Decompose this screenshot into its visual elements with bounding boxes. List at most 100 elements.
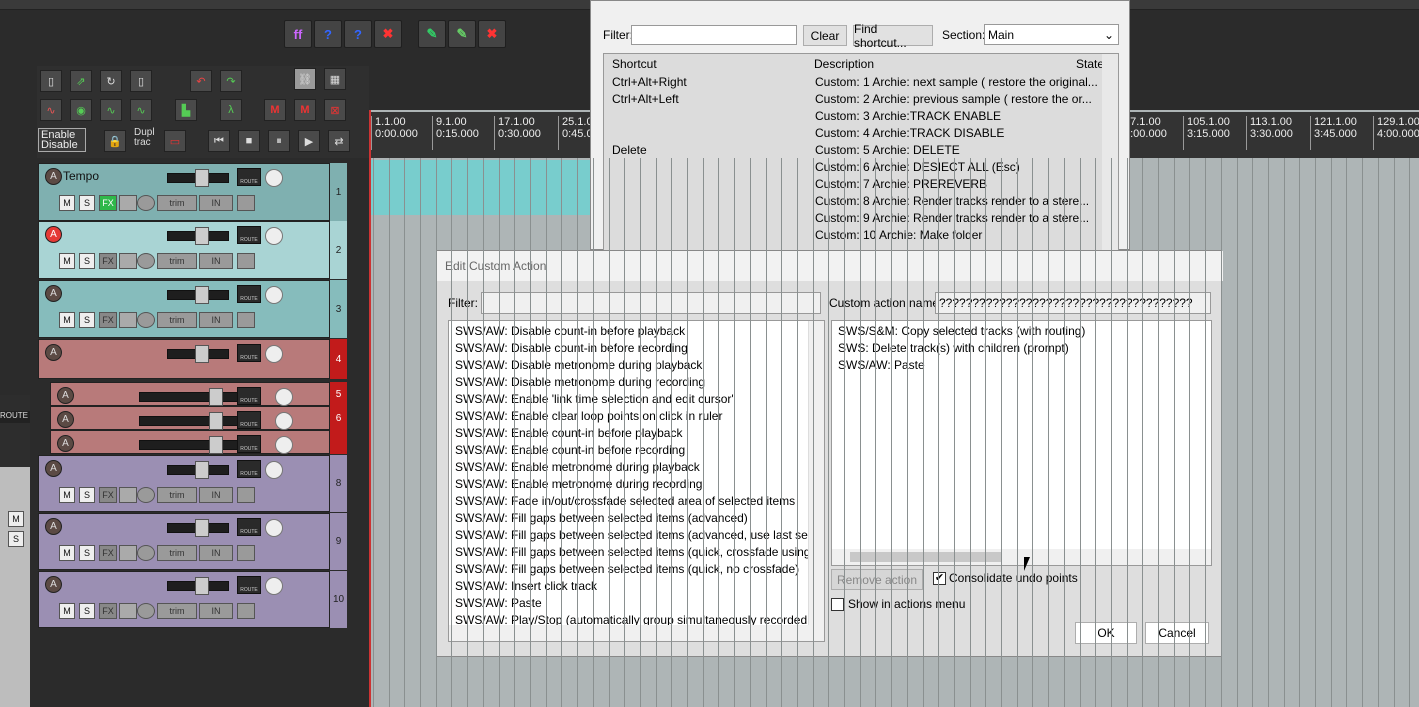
fx-bypass-icon[interactable] [119, 312, 137, 328]
record-arm-button[interactable]: A [45, 285, 62, 302]
track-panel[interactable]: A ROUTE [50, 406, 330, 430]
route-button[interactable]: ROUTE [237, 576, 261, 594]
solo-button[interactable]: S [79, 603, 95, 619]
action-description[interactable]: Custom: 9 Archie: Render tracks render t… [815, 210, 1089, 227]
record-arm-button[interactable]: A [45, 168, 62, 185]
col-description[interactable]: Description [814, 56, 1118, 73]
pan-knob[interactable] [265, 461, 283, 479]
help-icon[interactable]: ? [314, 20, 342, 48]
env-icon-4[interactable]: ∿ [130, 99, 152, 121]
available-actions-list[interactable]: SWS/AW: Disable count-in before playback… [448, 320, 825, 642]
env-icon[interactable] [137, 253, 155, 269]
trim-button[interactable]: trim [157, 312, 197, 328]
available-action-item[interactable]: SWS/AW: Disable count-in before playback [449, 323, 807, 340]
action-shortcut[interactable] [612, 125, 802, 142]
gradient-x-icon[interactable]: ✖ [478, 20, 506, 48]
fx-button[interactable]: FX [99, 195, 117, 211]
io-icon[interactable] [237, 487, 255, 503]
fx-bypass-icon[interactable] [119, 603, 137, 619]
action-description[interactable]: Custom: 6 Archie: DESIECT ALL (Esc) [815, 159, 1085, 176]
move-track-icon[interactable]: ⇗ [70, 70, 92, 92]
refresh-icon[interactable]: ↻ [100, 70, 122, 92]
pan-knob[interactable] [265, 227, 283, 245]
trim-button[interactable]: trim [157, 253, 197, 269]
track-panel[interactable]: A ROUTE [50, 382, 330, 406]
actions-scrollbar[interactable] [1102, 54, 1118, 250]
volume-fader-knob[interactable] [195, 169, 209, 187]
duplicate-icon[interactable]: ▯ [130, 70, 152, 92]
play-icon[interactable]: ▶ [298, 130, 320, 152]
action-description[interactable]: Custom: 1 Archie: next sample ( restore … [815, 74, 1098, 91]
action-shortcut[interactable]: Ctrl+Alt+Left [612, 91, 802, 108]
record-arm-button[interactable]: A [45, 460, 62, 477]
available-action-item[interactable]: SWS/AW: Enable metronome during recordin… [449, 476, 807, 493]
volume-fader-knob[interactable] [195, 286, 209, 304]
cancel-button[interactable]: Cancel [1145, 622, 1209, 644]
pan-knob[interactable] [265, 169, 283, 187]
env-icon-3[interactable]: ∿ [100, 99, 122, 121]
input-button[interactable]: IN [199, 487, 233, 503]
env-icon-1[interactable]: ∿ [40, 99, 62, 121]
volume-fader-knob[interactable] [195, 519, 209, 537]
available-action-item[interactable]: SWS/AW: Enable metronome during playback [449, 459, 807, 476]
track-panel[interactable]: A ROUTE M S FX trim IN [38, 571, 330, 628]
track-panel[interactable]: A ROUTE M S FX trim IN [38, 221, 330, 279]
gradient-icon[interactable]: ✎ [448, 20, 476, 48]
custom-action-step[interactable]: SWS/AW: Paste [832, 357, 1211, 374]
marker-icon[interactable]: λ [220, 99, 242, 121]
input-button[interactable]: IN [199, 195, 233, 211]
track-panel[interactable]: A ROUTE M S FX trim IN [38, 455, 330, 512]
volume-fader-knob[interactable] [195, 227, 209, 245]
available-action-item[interactable]: SWS/AW: Fade in/out/crossfade selected a… [449, 493, 807, 510]
route-button[interactable]: ROUTE [237, 168, 261, 186]
consolidate-checkbox[interactable]: ✔ [933, 572, 946, 585]
env-icon[interactable] [137, 195, 155, 211]
pan-knob[interactable] [275, 436, 293, 454]
action-description[interactable]: Custom: 3 Archie:TRACK ENABLE [815, 108, 1085, 125]
hscroll-thumb[interactable] [850, 552, 1002, 562]
available-action-item[interactable]: SWS/AW: Paste [449, 595, 807, 612]
items-icon[interactable]: ▙ [175, 99, 197, 121]
fx-bypass-icon[interactable] [119, 487, 137, 503]
trim-button[interactable]: trim [157, 487, 197, 503]
color-x-icon[interactable]: ✖ [374, 20, 402, 48]
action-shortcut[interactable]: Ctrl+Alt+Right [612, 74, 802, 91]
route-button[interactable]: ROUTE [237, 411, 261, 429]
mute-all-icon[interactable]: ⊠ [324, 99, 346, 121]
io-icon[interactable] [237, 195, 255, 211]
route-button[interactable]: ROUTE [237, 435, 261, 453]
enable-disable-button[interactable]: Enable Disable [38, 128, 86, 152]
trim-button[interactable]: trim [157, 603, 197, 619]
action-description[interactable]: Custom: 8 Archie: Render tracks render t… [815, 193, 1089, 210]
input-button[interactable]: IN [199, 545, 233, 561]
trim-button[interactable]: trim [157, 545, 197, 561]
track-panel[interactable]: A ROUTE M S FX trim IN [38, 513, 330, 570]
edit-filter-input[interactable] [481, 292, 821, 314]
input-button[interactable]: IN [199, 603, 233, 619]
mixer-mute-button[interactable]: M [8, 511, 24, 527]
fx-bypass-icon[interactable] [119, 253, 137, 269]
available-action-item[interactable]: SWS/AW: Disable count-in before recordin… [449, 340, 807, 357]
fx-button[interactable]: FX [99, 603, 117, 619]
env-icon[interactable] [137, 603, 155, 619]
pan-knob[interactable] [265, 345, 283, 363]
fx-button[interactable]: FX [99, 487, 117, 503]
mute-button[interactable]: M [59, 487, 75, 503]
fx-bypass-icon[interactable] [119, 195, 137, 211]
pan-knob[interactable] [275, 388, 293, 406]
io-icon[interactable] [237, 545, 255, 561]
trim-button[interactable]: trim [157, 195, 197, 211]
solo-button[interactable]: S [79, 545, 95, 561]
mute-button[interactable]: M [59, 312, 75, 328]
solo-button[interactable]: S [79, 253, 95, 269]
volume-fader[interactable] [139, 416, 241, 426]
action-description[interactable]: Custom: 4 Archie:TRACK DISABLE [815, 125, 1085, 142]
available-action-item[interactable]: SWS/AW: Enable count-in before playback [449, 425, 807, 442]
record-arm-icon[interactable]: ▭ [164, 130, 186, 152]
mute-button[interactable]: M [59, 253, 75, 269]
available-action-item[interactable]: SWS/AW: Fill gaps between selected items… [449, 561, 807, 578]
mute-icon[interactable]: M [264, 99, 286, 121]
section-select[interactable]: Main ⌄ [984, 24, 1119, 45]
volume-fader-knob[interactable] [195, 345, 209, 363]
route-button[interactable]: ROUTE [237, 460, 261, 478]
